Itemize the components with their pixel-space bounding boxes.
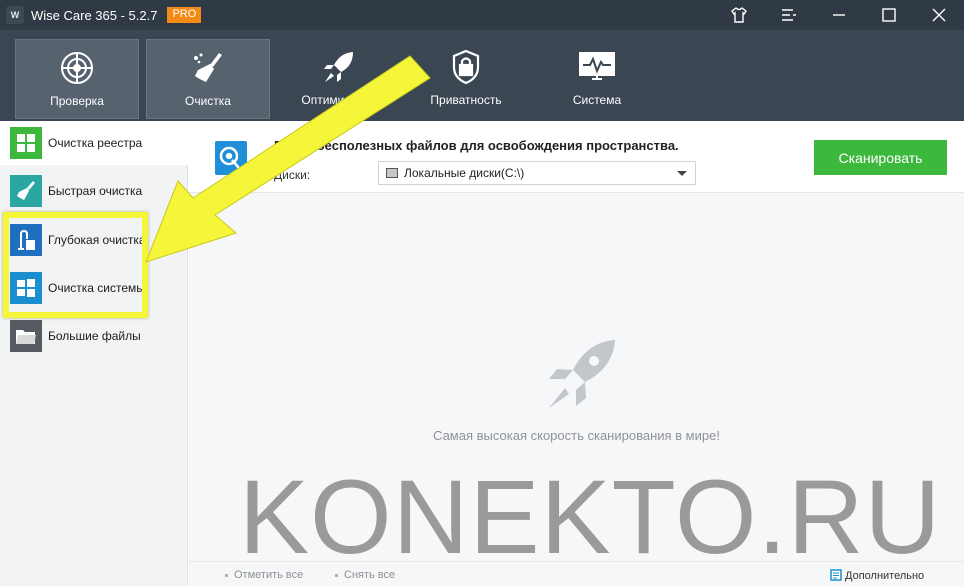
tab-clean[interactable]: Очистка bbox=[146, 39, 270, 119]
footer-bar: Отметить все Снять все Дополнительно bbox=[189, 561, 964, 586]
tab-check-label: Проверка bbox=[50, 94, 104, 108]
broom-icon bbox=[10, 175, 42, 207]
more-link[interactable]: Дополнительно bbox=[830, 569, 924, 582]
disk-select-value: Локальные диски(C:\) bbox=[404, 166, 525, 180]
disk-select[interactable]: Локальные диски(C:\) bbox=[378, 161, 696, 185]
tab-optimize-label: Оптимизация bbox=[301, 93, 377, 107]
maximize-icon bbox=[882, 8, 896, 22]
menu-button[interactable] bbox=[764, 0, 814, 30]
minimize-icon bbox=[833, 14, 845, 16]
bullet-icon bbox=[225, 573, 228, 577]
disks-label: Диски: bbox=[274, 168, 311, 182]
empty-state-text: Самая высокая скорость сканирования в ми… bbox=[433, 428, 720, 443]
tab-system-label: Система bbox=[572, 93, 622, 107]
highlight-frame bbox=[3, 212, 148, 318]
monitor-pulse-icon bbox=[577, 49, 617, 85]
sidebar-item-registry-clean[interactable]: Очистка реестра bbox=[0, 121, 188, 165]
hard-disk-icon bbox=[215, 141, 247, 175]
tab-privacy-label: Приватность bbox=[430, 93, 502, 107]
tshirt-icon bbox=[731, 7, 747, 23]
tab-clean-label: Очистка bbox=[185, 94, 231, 108]
folder-icon bbox=[10, 320, 42, 352]
menu-icon bbox=[782, 9, 796, 21]
sidebar-item-label: Большие файлы bbox=[48, 329, 141, 343]
tab-system[interactable]: Система bbox=[535, 39, 659, 119]
close-icon bbox=[932, 8, 946, 22]
sidebar-item-label: Быстрая очистка bbox=[48, 184, 143, 198]
deselect-all-link[interactable]: Снять все bbox=[335, 569, 395, 581]
registry-grid-icon bbox=[10, 127, 42, 159]
page-title: Поиск бесполезных файлов для освобождени… bbox=[274, 138, 679, 153]
lock-shield-icon bbox=[446, 49, 486, 85]
sidebar: Очистка реестра Быстрая очистка Глубокая… bbox=[0, 121, 188, 586]
sidebar-item-label: Очистка реестра bbox=[48, 136, 143, 150]
close-button[interactable] bbox=[914, 0, 964, 30]
select-all-link[interactable]: Отметить все bbox=[225, 569, 303, 581]
pro-badge: PRO bbox=[167, 7, 202, 23]
tab-optimize[interactable]: Оптимизация bbox=[277, 39, 401, 119]
window-title: Wise Care 365 - 5.2.7 bbox=[31, 7, 158, 23]
watermark: KONEKTO.RU bbox=[239, 459, 942, 576]
sidebar-item-large-files[interactable]: Большие файлы bbox=[0, 314, 188, 358]
radar-icon bbox=[57, 50, 97, 86]
top-navigation: Проверка Очистка Оптимизация Приватность… bbox=[0, 30, 964, 121]
tab-privacy[interactable]: Приватность bbox=[404, 39, 528, 119]
scan-button[interactable]: Сканировать bbox=[814, 140, 947, 175]
drive-icon bbox=[386, 168, 398, 178]
bullet-icon bbox=[335, 573, 338, 577]
tab-check[interactable]: Проверка bbox=[15, 39, 139, 119]
title-bar: W Wise Care 365 - 5.2.7 PRO bbox=[0, 0, 964, 30]
window-controls bbox=[714, 0, 964, 30]
sidebar-item-quick-clean[interactable]: Быстрая очистка bbox=[0, 169, 188, 213]
rocket-icon bbox=[539, 336, 619, 421]
rocket-icon bbox=[319, 49, 359, 85]
main-header: Поиск бесполезных файлов для освобождени… bbox=[189, 121, 964, 193]
details-icon bbox=[830, 569, 842, 581]
maximize-button[interactable] bbox=[864, 0, 914, 30]
skin-button[interactable] bbox=[714, 0, 764, 30]
minimize-button[interactable] bbox=[814, 0, 864, 30]
app-logo-icon: W bbox=[6, 6, 24, 24]
chevron-down-icon bbox=[677, 171, 687, 176]
broom-icon bbox=[188, 50, 228, 86]
